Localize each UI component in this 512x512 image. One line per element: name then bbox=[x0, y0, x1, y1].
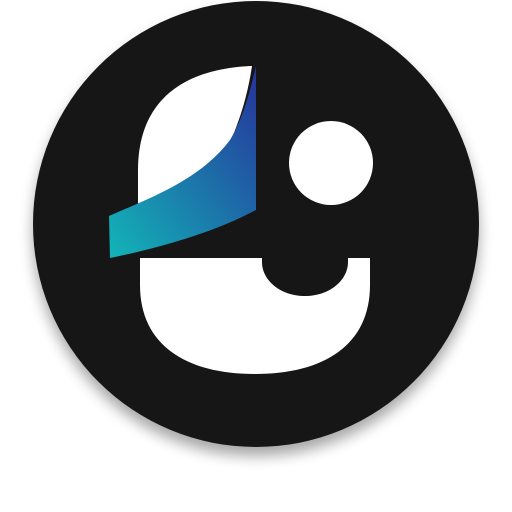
logo-dot bbox=[289, 121, 373, 205]
logo-stage bbox=[0, 0, 512, 512]
app-logo-icon bbox=[33, 1, 479, 447]
